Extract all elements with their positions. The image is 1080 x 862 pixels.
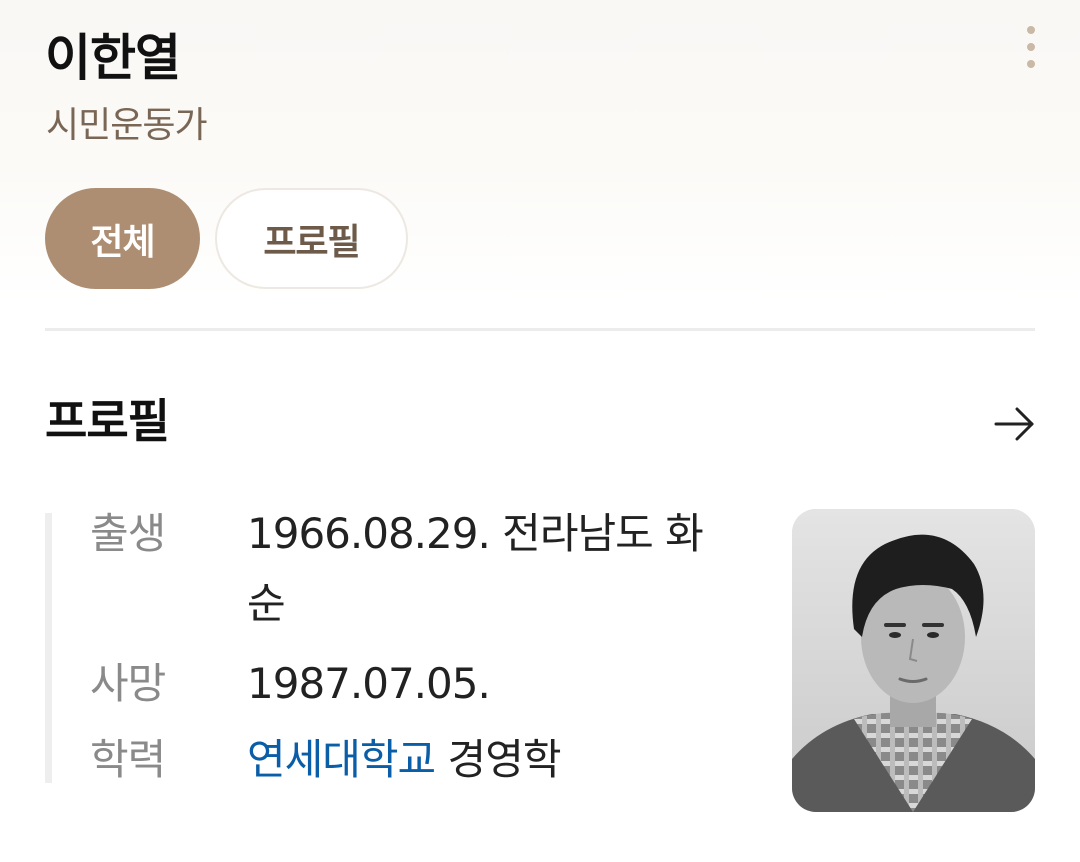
more-dot xyxy=(1027,26,1035,34)
info-label-education: 학력 xyxy=(90,735,166,784)
more-dot xyxy=(1027,60,1035,68)
page-subtitle: 시민운동가 xyxy=(46,105,208,146)
info-label-death: 사망 xyxy=(90,659,166,708)
profile-info: 출생 1966.08.29. 전라남도 화순 사망 1987.07.05. 학력… xyxy=(45,509,745,784)
info-value-birth: 1966.08.29. 전라남도 화순 xyxy=(247,509,704,628)
arrow-right-icon[interactable] xyxy=(992,404,1036,444)
tab-all[interactable]: 전체 xyxy=(45,188,200,289)
section-title-profile[interactable]: 프로필 xyxy=(45,385,170,451)
info-value-education: 연세대학교 경영학 xyxy=(247,725,737,795)
education-major: 경영학 xyxy=(435,735,562,784)
tab-profile[interactable]: 프로필 xyxy=(215,188,408,289)
page-title: 이한열 xyxy=(45,29,181,87)
portrait-illustration xyxy=(792,509,1035,812)
divider xyxy=(45,328,1035,331)
more-dot xyxy=(1027,43,1035,51)
portrait-photo[interactable] xyxy=(792,509,1035,812)
education-link[interactable]: 연세대학교 xyxy=(247,735,436,784)
info-label-birth: 출생 xyxy=(90,509,166,558)
more-vertical-icon[interactable] xyxy=(1021,26,1041,68)
info-value-death: 1987.07.05. xyxy=(247,659,491,708)
